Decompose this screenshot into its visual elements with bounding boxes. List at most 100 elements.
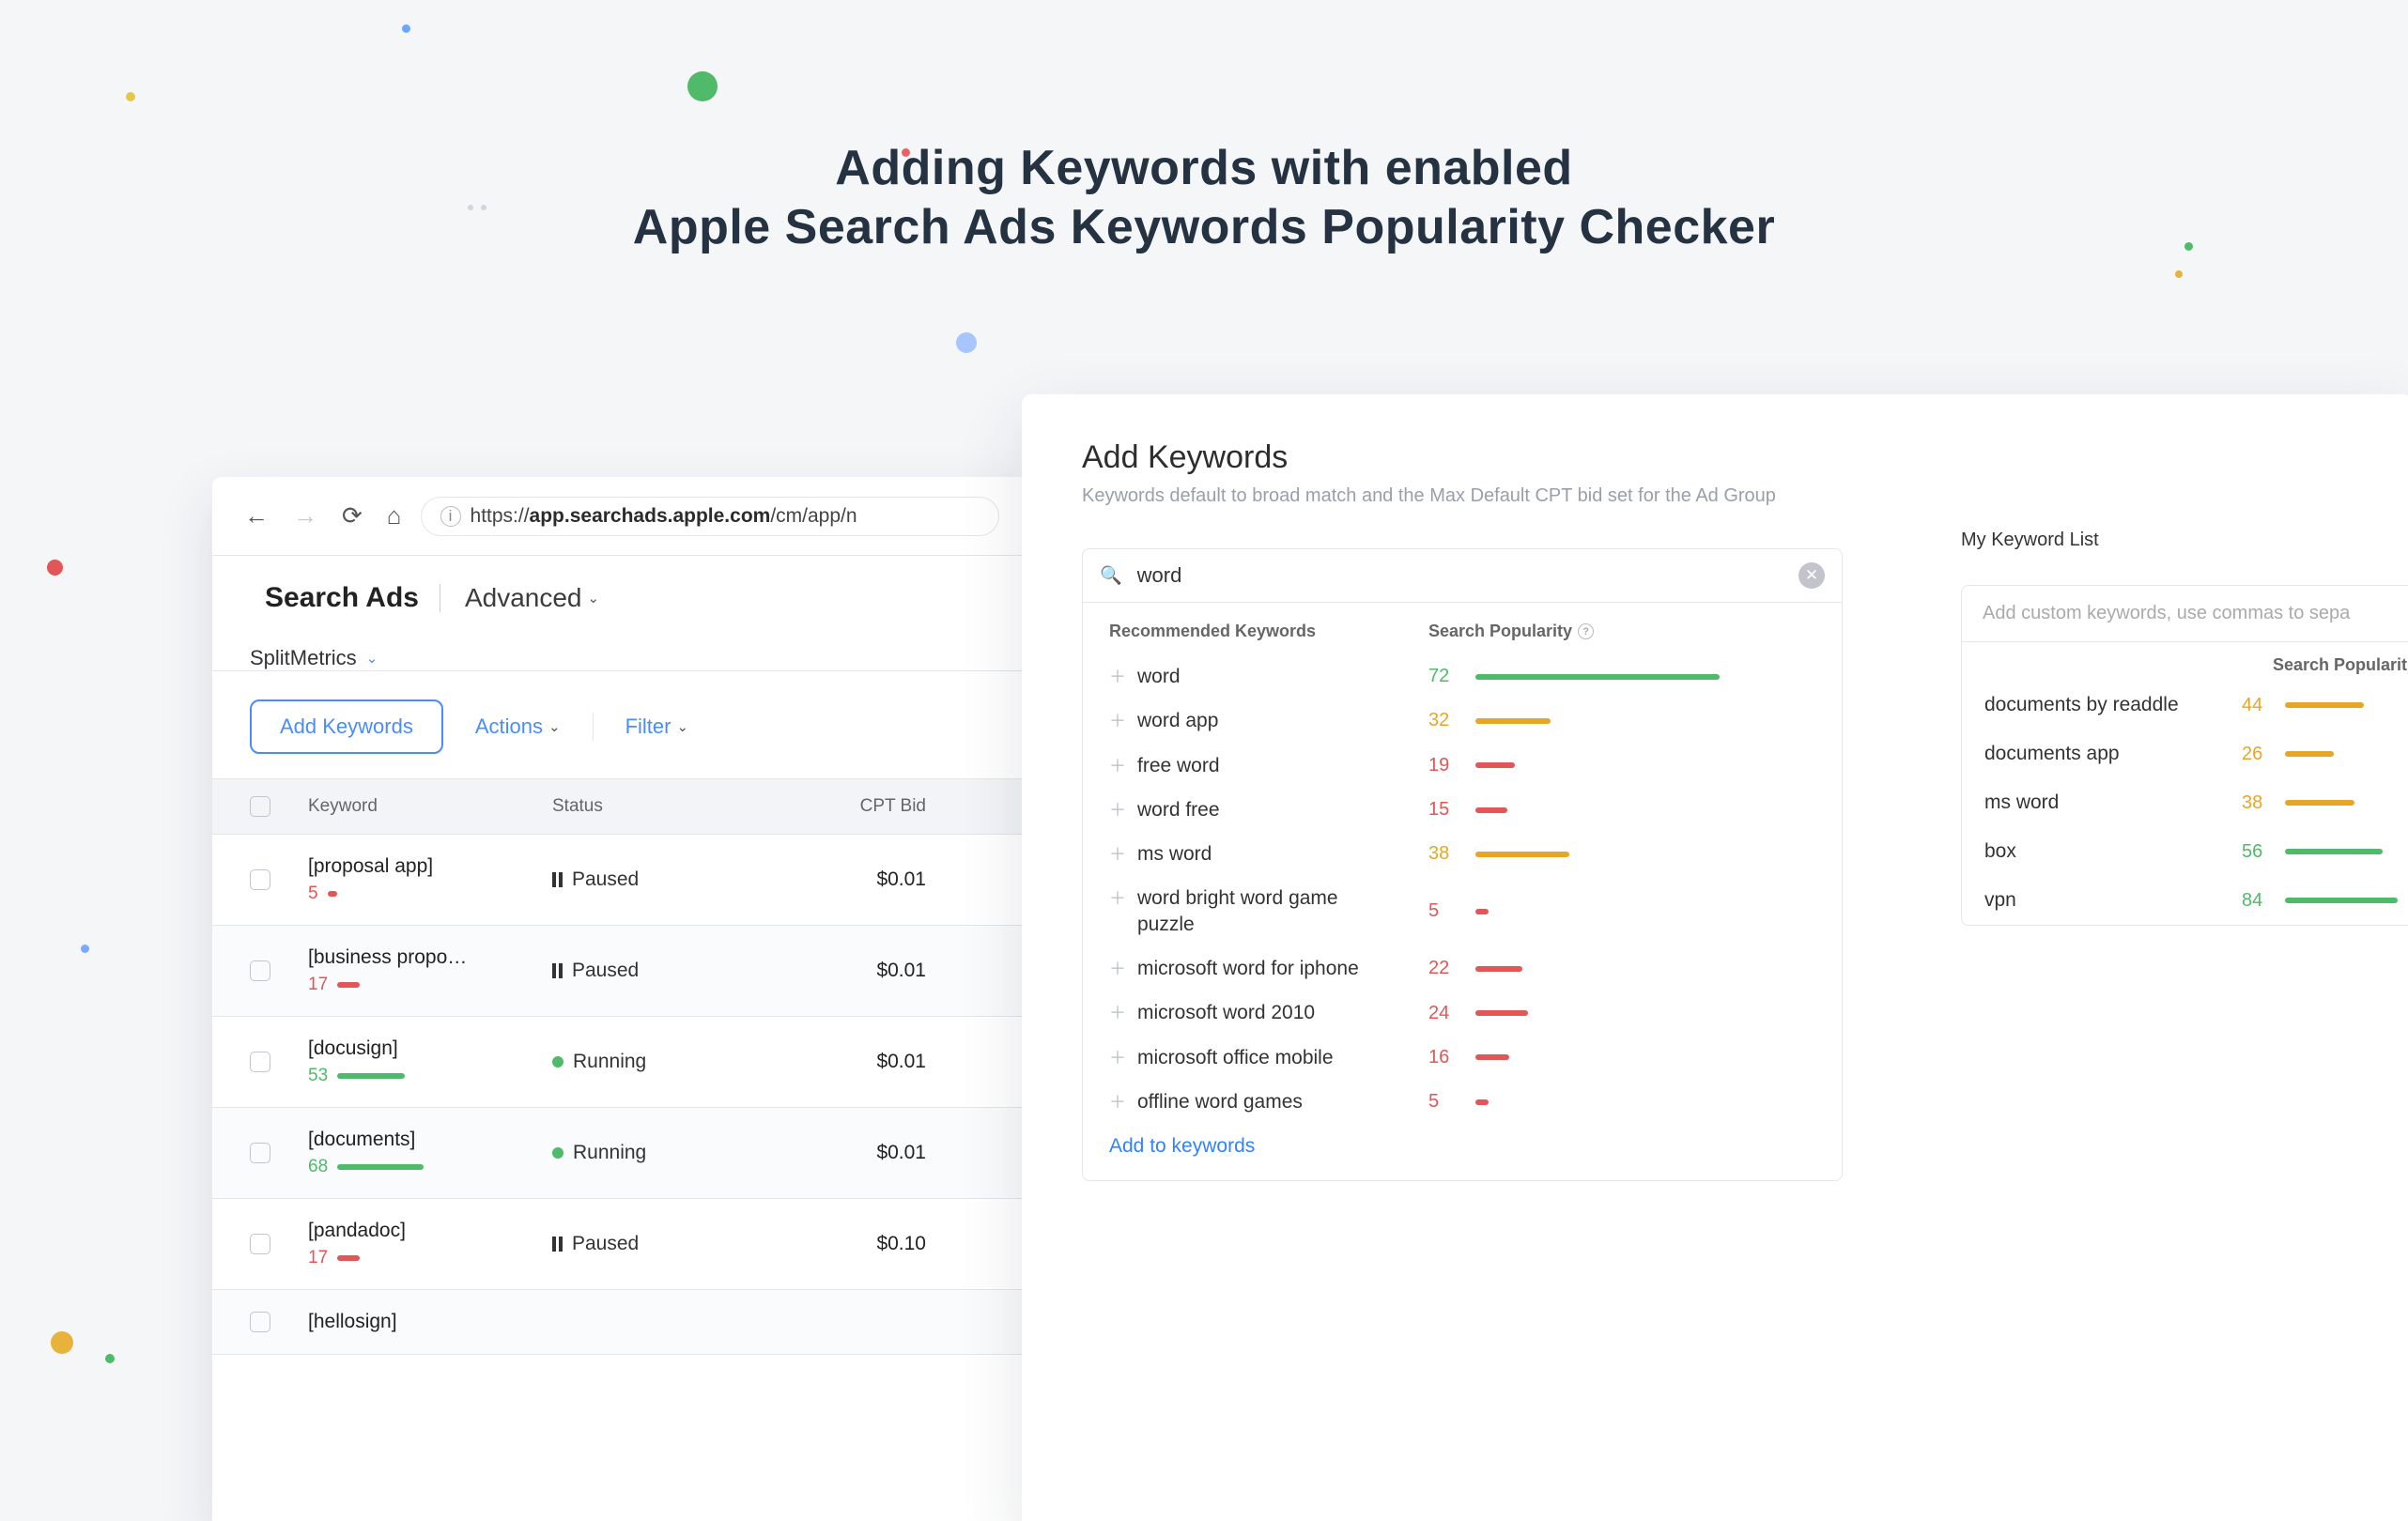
mode-dropdown[interactable]: Advanced⌄ [465, 583, 599, 613]
breadcrumb[interactable]: SplitMetrics ⌄ [250, 646, 997, 670]
col-cpt-bid: CPT Bid [740, 796, 926, 817]
running-status-icon [552, 1147, 563, 1159]
row-checkbox[interactable] [250, 1234, 270, 1254]
recommended-keyword[interactable]: ms word [1137, 841, 1212, 867]
site-info-icon[interactable]: i [440, 506, 461, 527]
table-header: Keyword Status CPT Bid [212, 778, 1035, 835]
popularity-score: 68 [308, 1157, 328, 1177]
add-keyword-icon[interactable]: ＋ [1109, 753, 1126, 777]
decorative-dot [126, 92, 135, 101]
recommended-keyword[interactable]: offline word games [1137, 1089, 1303, 1114]
recommended-keyword[interactable]: word bright word game puzzle [1137, 885, 1400, 937]
my-keyword[interactable]: vpn [1984, 889, 2242, 912]
keyword-name[interactable]: [proposal app] [308, 855, 552, 878]
custom-keywords-input[interactable]: Add custom keywords, use commas to sepa [1962, 586, 2408, 642]
decorative-dot [2175, 270, 2183, 278]
recommended-keywords-card: 🔍 ✕ Recommended Keywords Search Populari… [1082, 548, 1843, 1181]
keyword-search-input[interactable] [1135, 562, 1785, 589]
clear-search-icon[interactable]: ✕ [1798, 562, 1825, 589]
add-keyword-icon[interactable]: ＋ [1109, 1045, 1126, 1069]
paused-status-icon [552, 1237, 563, 1252]
recommended-keyword[interactable]: free word [1137, 753, 1220, 778]
row-checkbox[interactable] [250, 960, 270, 981]
chevron-down-icon: ⌄ [588, 590, 600, 607]
add-keywords-button[interactable]: Add Keywords [250, 699, 443, 754]
actions-dropdown[interactable]: Actions ⌄ [475, 714, 561, 739]
status-cell: Paused [552, 1233, 740, 1255]
add-keywords-panel: Add Keywords Keywords default to broad m… [1022, 394, 2408, 1521]
add-keyword-icon[interactable]: ＋ [1109, 708, 1126, 732]
col-status: Status [552, 796, 740, 817]
recommended-keyword[interactable]: word free [1137, 797, 1220, 822]
select-all-checkbox[interactable] [250, 796, 270, 817]
keyword-name[interactable]: [documents] [308, 1129, 552, 1151]
keyword-name[interactable]: [docusign] [308, 1037, 552, 1060]
status-cell: Running [552, 1142, 740, 1164]
popularity-score: 24 [1428, 1003, 1475, 1024]
my-keyword[interactable]: documents by readdle [1984, 694, 2242, 716]
chevron-down-icon: ⌄ [676, 718, 688, 735]
keyword-name[interactable]: [hellosign] [308, 1311, 552, 1333]
popularity-score: 32 [1428, 710, 1475, 731]
add-keyword-icon[interactable]: ＋ [1109, 797, 1126, 822]
my-keyword[interactable]: documents app [1984, 743, 2242, 765]
row-checkbox[interactable] [250, 1143, 270, 1163]
recommended-keyword[interactable]: word [1137, 664, 1181, 689]
popularity-bar [328, 891, 337, 897]
filter-dropdown[interactable]: Filter ⌄ [625, 714, 688, 739]
popularity-bar [1475, 852, 1569, 857]
popularity-score: 17 [308, 1248, 328, 1268]
separator [593, 713, 594, 741]
my-keyword-row: ms word 38 [1962, 778, 2408, 827]
help-icon[interactable]: ? [1578, 623, 1594, 639]
popularity-score: 72 [1428, 666, 1475, 687]
keyword-name[interactable]: [business propo… [308, 946, 552, 969]
recommended-keyword[interactable]: word app [1137, 708, 1218, 733]
status-label: Paused [572, 960, 639, 982]
popularity-bar [2285, 849, 2383, 854]
add-keyword-icon[interactable]: ＋ [1109, 885, 1126, 910]
my-keyword-row: documents by readdle 44 [1962, 681, 2408, 730]
nav-forward-icon[interactable]: → [287, 496, 323, 536]
cpt-bid: $0.01 [740, 1051, 926, 1073]
popularity-bar [2285, 702, 2364, 708]
recommended-keyword-row: ＋ microsoft word 2010 24 [1109, 991, 1815, 1035]
my-keyword-list: My Keyword List Add custom keywords, use… [1961, 530, 2408, 926]
recommended-keyword[interactable]: microsoft word for iphone [1137, 956, 1359, 981]
nav-back-icon[interactable]: ← [239, 496, 274, 536]
add-keyword-icon[interactable]: ＋ [1109, 841, 1126, 866]
recommended-keyword[interactable]: microsoft office mobile [1137, 1045, 1334, 1070]
brand-label: Search Ads [265, 582, 419, 614]
add-keyword-icon[interactable]: ＋ [1109, 956, 1126, 980]
table-row: [proposal app] 5 Paused $0.01 [212, 835, 1035, 926]
popularity-bar [337, 1255, 360, 1261]
status-cell: Paused [552, 960, 740, 982]
nav-reload-icon[interactable]: ⟳ [336, 496, 368, 536]
address-bar[interactable]: i https://app.searchads.apple.com/cm/app… [421, 497, 999, 536]
my-keyword[interactable]: ms word [1984, 791, 2242, 814]
my-keyword[interactable]: box [1984, 840, 2242, 863]
recommended-keyword-row: ＋ word app 32 [1109, 699, 1815, 743]
add-to-keywords-link[interactable]: Add to keywords [1109, 1135, 1255, 1158]
popularity-bar [1475, 718, 1551, 724]
nav-home-icon[interactable]: ⌂ [381, 496, 408, 536]
status-label: Paused [572, 868, 639, 891]
add-keyword-icon[interactable]: ＋ [1109, 664, 1126, 688]
decorative-dot [402, 24, 410, 33]
add-keyword-icon[interactable]: ＋ [1109, 1089, 1126, 1114]
row-checkbox[interactable] [250, 869, 270, 890]
popularity-bar [1475, 966, 1522, 972]
keyword-name[interactable]: [pandadoc] [308, 1220, 552, 1242]
paused-status-icon [552, 963, 563, 978]
popularity-score: 19 [1428, 755, 1475, 776]
add-keyword-icon[interactable]: ＋ [1109, 1000, 1126, 1024]
row-checkbox[interactable] [250, 1052, 270, 1072]
row-checkbox[interactable] [250, 1312, 270, 1332]
status-label: Running [573, 1051, 646, 1073]
recommended-keyword[interactable]: microsoft word 2010 [1137, 1000, 1315, 1025]
col-search-popularity: Search Popularity ? [1428, 622, 1815, 641]
my-keyword-row: vpn 84 [1962, 876, 2408, 925]
popularity-score: 26 [2242, 744, 2285, 765]
cpt-bid: $0.01 [740, 1142, 926, 1164]
popularity-bar [1475, 674, 1720, 680]
